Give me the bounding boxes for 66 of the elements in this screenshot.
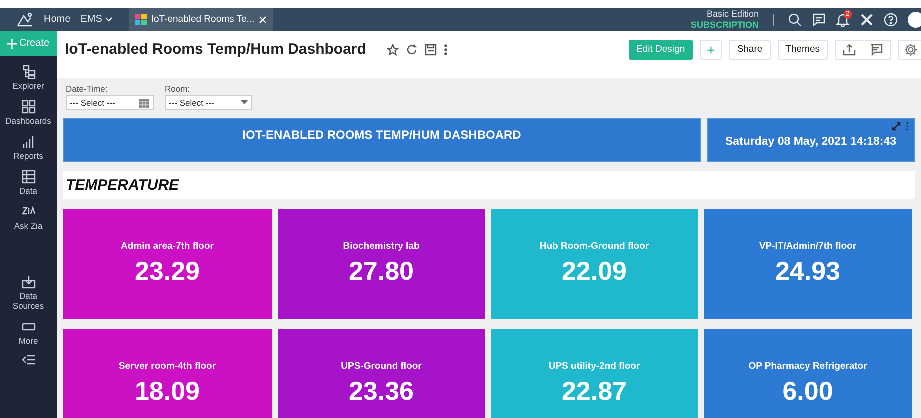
export-icon[interactable] [843, 44, 856, 56]
subscription-link[interactable]: SUBSCRIPTION [690, 20, 759, 30]
sidebar-item[interactable]: Reports [0, 135, 57, 161]
comment-icon[interactable] [870, 44, 883, 56]
sidebar-item[interactable]: Explorer [0, 65, 57, 91]
reports-icon [22, 135, 36, 149]
caret-icon [241, 100, 248, 105]
expand-icon[interactable] [892, 122, 901, 131]
refresh-icon[interactable] [406, 44, 418, 56]
tile-label: OP Pharmacy Refrigerator [748, 361, 868, 372]
sidebar-item[interactable]: More [0, 320, 57, 346]
tile-value: 6.00 [782, 376, 834, 407]
banner-title: IOT-ENABLED ROOMS TEMP/HUM DASHBOARD [63, 118, 701, 162]
more-icon[interactable] [906, 122, 909, 131]
tile-label: UPS-Ground floor [341, 361, 422, 372]
sources-icon [22, 275, 36, 289]
toolbar-button[interactable]: Themes [778, 40, 828, 60]
star-icon[interactable] [387, 44, 400, 56]
tile-label: UPS utility-2nd floor [548, 361, 640, 372]
date-field[interactable]: --- Select --- [66, 95, 154, 110]
message-icon[interactable] [812, 12, 826, 26]
tile-value: 22.09 [562, 256, 628, 287]
sidebar-item[interactable]: Dashboards [0, 100, 57, 126]
tab-label: IoT-enabled Rooms Te... [151, 14, 255, 25]
settings-icon [904, 42, 918, 56]
tile-value: 23.29 [134, 256, 200, 287]
bell-icon[interactable] [836, 12, 850, 26]
tile-label: VP-IT/Admin/7th floor [759, 241, 857, 252]
avatar[interactable] [908, 12, 921, 28]
help-icon[interactable] [884, 12, 898, 26]
dashboard-icon [135, 14, 148, 25]
sidebar-item[interactable]: Data Sources [8, 275, 48, 311]
tile-label: Biochemistry lab [343, 241, 420, 252]
menu-link[interactable]: EMS [80, 14, 114, 25]
toolbar-button[interactable]: Share [729, 40, 771, 60]
edition-label: Basic Edition [706, 8, 759, 20]
tile-value: 18.09 [134, 376, 200, 407]
settings-button[interactable] [898, 40, 921, 60]
tile-value: 22.87 [562, 376, 628, 407]
nav-link[interactable]: Home [44, 14, 71, 25]
save-icon[interactable] [425, 44, 438, 56]
tile-label: Admin area-7th floor [121, 241, 214, 252]
dashboard-tab[interactable]: IoT-enabled Rooms Te... [129, 8, 273, 31]
search-icon[interactable] [788, 12, 802, 26]
dashboards-icon [22, 100, 36, 114]
close-icon[interactable] [258, 16, 267, 24]
section-heading: TEMPERATURE [66, 176, 180, 194]
sidebar-item[interactable]: Data [0, 170, 57, 196]
explorer-icon [22, 65, 36, 79]
more-icon[interactable] [444, 44, 448, 56]
collapse-icon[interactable] [22, 354, 36, 366]
sidebar-item[interactable]: Ask Zia [0, 205, 57, 231]
tile-value: 24.93 [775, 256, 841, 287]
logo-icon[interactable] [16, 12, 34, 28]
data-icon [22, 170, 36, 184]
tile-label: Hub Room-Ground floor [540, 241, 650, 252]
plus-icon [7, 38, 18, 48]
tile-value: 27.80 [348, 256, 414, 287]
room-dropdown[interactable]: --- Select --- [165, 95, 252, 110]
filter-label: Room: [165, 84, 192, 94]
date-time: Saturday 08 May, 2021 14:18:43 [725, 136, 897, 148]
tile-value: 23.36 [348, 376, 414, 407]
filter-label: Date-Time: [66, 84, 109, 94]
tile-label: Server room-4th floor [118, 361, 216, 372]
dashboard-title: IoT-enabled Rooms Temp/Hum Dashboard [65, 41, 366, 58]
chevron-down-icon [105, 16, 114, 22]
